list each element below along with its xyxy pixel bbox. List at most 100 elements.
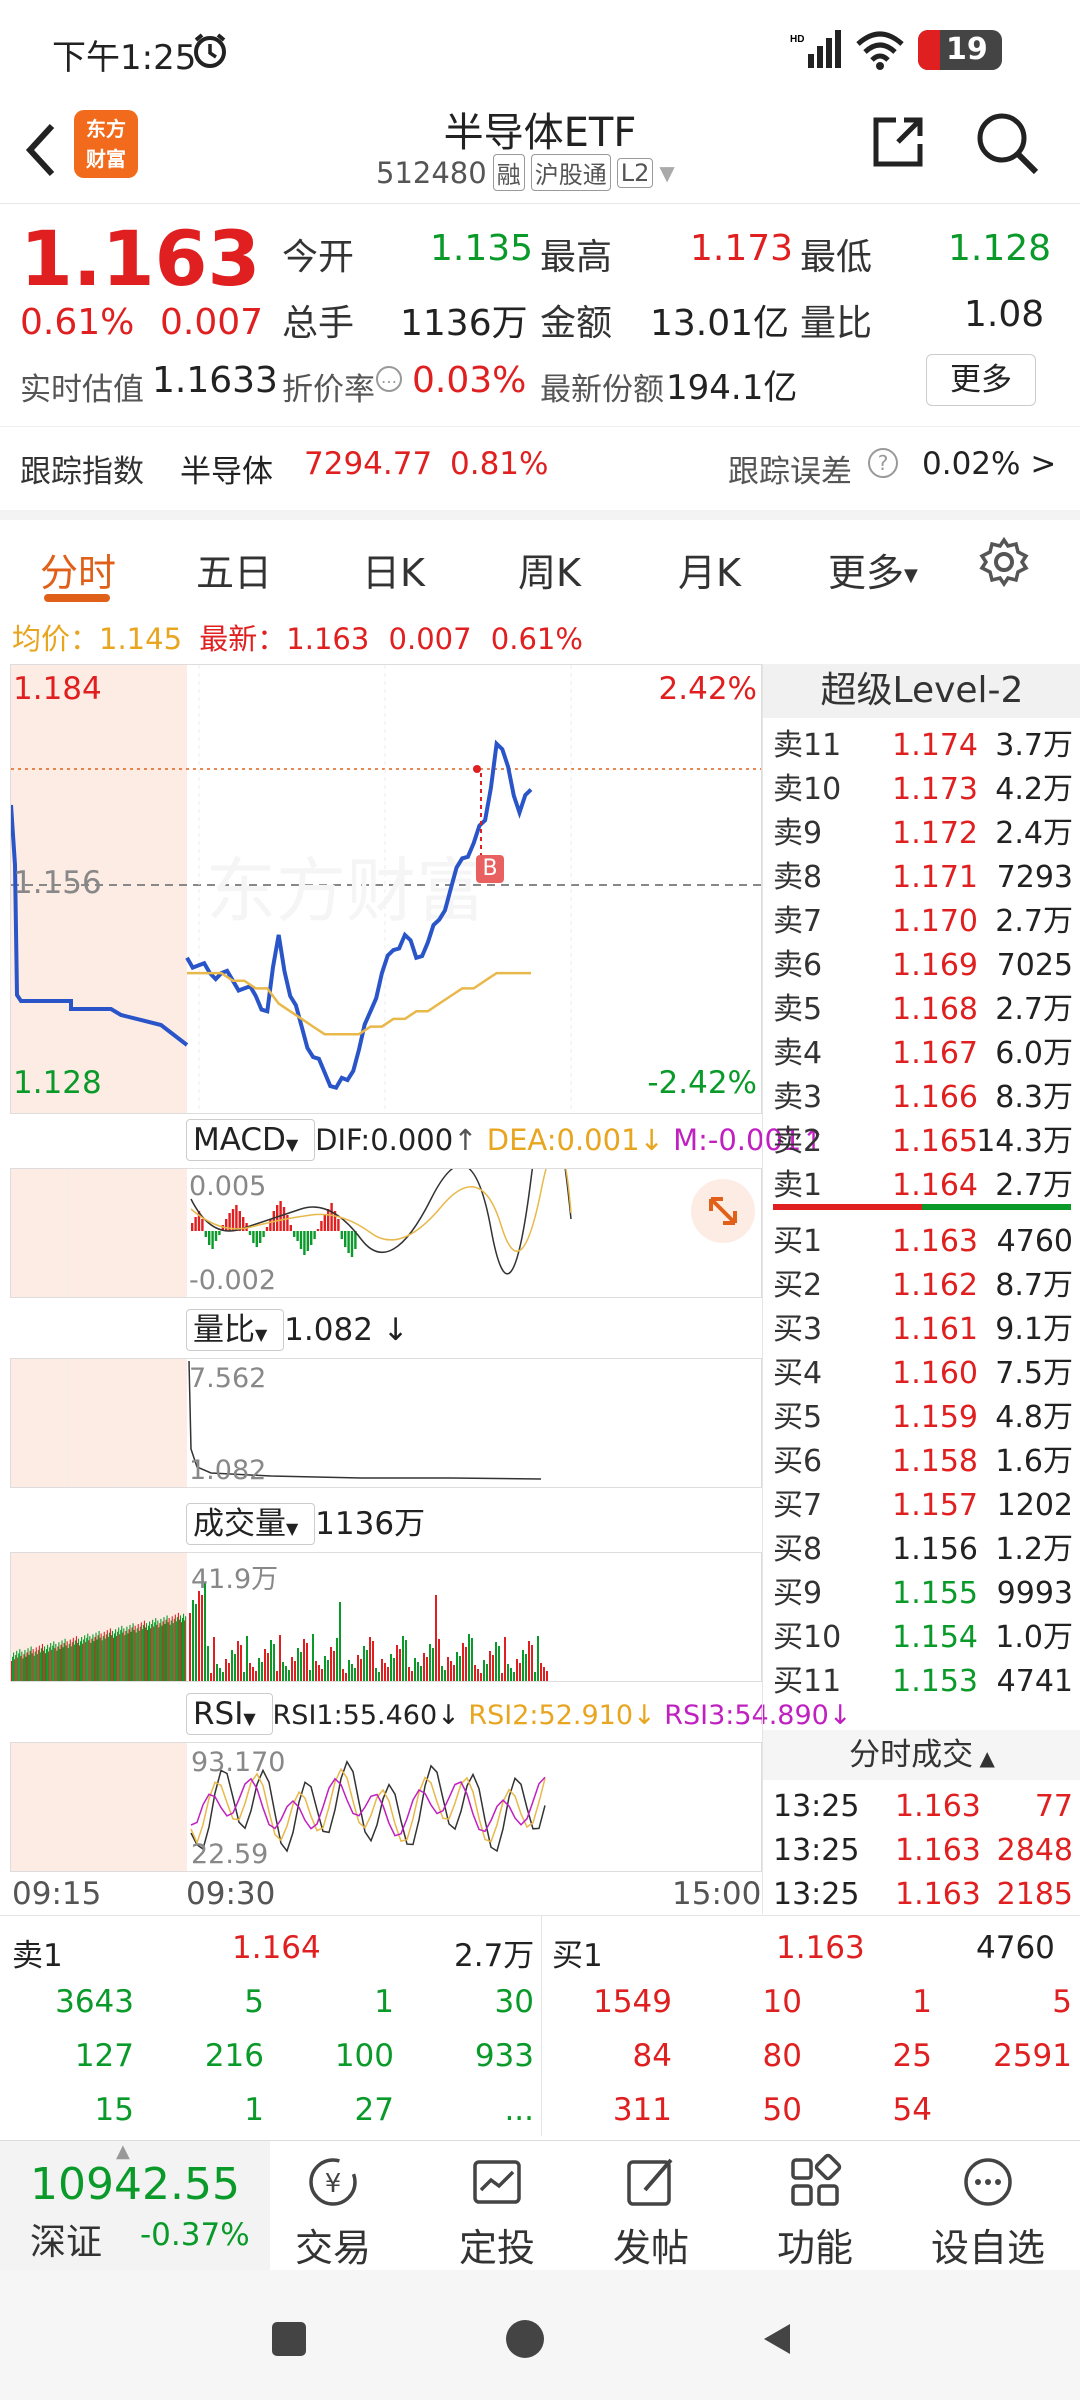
tag-level: L2 (616, 157, 654, 188)
volume-bar (192, 1600, 194, 1681)
bid-row[interactable]: 买5 1.159 4.8万 (773, 1396, 1073, 1440)
share-icon[interactable] (868, 112, 928, 176)
order-book-title[interactable]: 超级Level-2 (763, 664, 1080, 718)
bid-row[interactable]: 买6 1.158 1.6万 (773, 1440, 1073, 1484)
bid-row[interactable]: 买2 1.162 8.7万 (773, 1264, 1073, 1308)
volume-bar (285, 1666, 287, 1681)
trades-header[interactable]: 分时成交 ▲ (763, 1730, 1080, 1780)
tab-intraday[interactable]: 分时 (40, 542, 116, 597)
volume-selector[interactable]: 成交量▼ (186, 1503, 316, 1545)
expand-icon[interactable] (691, 1179, 755, 1243)
bid-row[interactable]: 买3 1.161 9.1万 (773, 1308, 1073, 1352)
volume-bar (31, 1653, 33, 1681)
volume-bar (116, 1636, 118, 1681)
ask-row[interactable]: 卖6 1.169 7025 (773, 944, 1073, 988)
ratio-value: 1.08 (964, 294, 1045, 335)
trade-row: 13:25 1.163 2185 (773, 1872, 1073, 1918)
bid-price: 1.161 (892, 1312, 978, 1347)
macd-chart[interactable]: 0.005 -0.002 (10, 1107, 762, 1298)
tab-daily-k[interactable]: 日K (362, 542, 425, 597)
add-watchlist-button[interactable]: 设自选 (918, 2151, 1058, 2272)
ask-row[interactable]: 卖4 1.167 6.0万 (773, 1032, 1073, 1076)
volume-ratio-selector[interactable]: 量比▼ (186, 1309, 285, 1351)
volume-bar (33, 1655, 35, 1681)
bid-row[interactable]: 买10 1.154 1.0万 (773, 1616, 1073, 1660)
bid-row[interactable]: 买7 1.157 1202 (773, 1484, 1073, 1528)
macd-top: 0.005 (189, 1171, 267, 1202)
volume-bar (516, 1659, 518, 1681)
rsi-chart[interactable]: 93.170 22.59 (10, 1742, 762, 1872)
volume-ratio-chart[interactable]: 7.562 1.082 (10, 1358, 762, 1488)
bid-row[interactable]: 买4 1.160 7.5万 (773, 1352, 1073, 1396)
tab-monthly-k[interactable]: 月K (678, 542, 741, 597)
ask-label: 卖4 (773, 1036, 823, 1071)
recents-square-icon[interactable] (272, 2322, 306, 2356)
info-icon[interactable]: … (376, 366, 402, 392)
buy-marker[interactable]: B (476, 855, 504, 883)
volume-bar (81, 1637, 83, 1681)
tab-five-day[interactable]: 五日 (196, 542, 272, 597)
volume-bar (348, 1660, 350, 1681)
bid-row[interactable]: 买9 1.155 9993 (773, 1572, 1073, 1616)
volume-bar (161, 1625, 163, 1681)
edit-icon (627, 2158, 673, 2206)
bid-row[interactable]: 买1 1.163 4760 (773, 1220, 1073, 1264)
rsi-selector[interactable]: RSI▼ (186, 1693, 273, 1735)
tab-weekly-k[interactable]: 周K (518, 542, 581, 597)
queue-divider (541, 1916, 542, 2136)
volume-bar (167, 1622, 169, 1681)
volume-chart[interactable]: 41.9万 (10, 1552, 762, 1682)
volume-bar (133, 1630, 135, 1681)
volume-bar (129, 1624, 131, 1681)
macd-bar (350, 1231, 354, 1257)
trade-button[interactable]: ¥ 交易 (278, 2151, 388, 2272)
volume-bar (59, 1648, 61, 1681)
ask-row[interactable]: 卖3 1.166 8.3万 (773, 1076, 1073, 1120)
intraday-chart[interactable]: 东方财富 1.184 1.156 1.128 2.42% -2.42% B (9, 664, 762, 1114)
ask-row[interactable]: 卖9 1.172 2.4万 (773, 812, 1073, 856)
volume-bar (111, 1630, 114, 1681)
search-icon[interactable] (974, 110, 1040, 180)
volume-bar (270, 1640, 272, 1681)
bid-row[interactable]: 买8 1.156 1.2万 (773, 1528, 1073, 1572)
ask-row[interactable]: 卖11 1.174 3.7万 (773, 724, 1073, 768)
ask-row[interactable]: 卖5 1.168 2.7万 (773, 988, 1073, 1032)
ask-row[interactable]: 卖8 1.171 7293 (773, 856, 1073, 900)
volume-bar (15, 1655, 17, 1681)
volume-bar (170, 1620, 172, 1681)
volume-bar (26, 1652, 28, 1681)
functions-button[interactable]: 功能 (760, 2151, 870, 2272)
macd-header: MACD▼ DIF:0.000↑ DEA:0.001↓ M:-0.001↑ (186, 1118, 826, 1162)
tab-more[interactable]: 更多▼ (828, 542, 918, 597)
high-value: 1.173 (690, 228, 794, 269)
security-code-row[interactable]: 512480 融 沪股通 L2 ▼ (376, 154, 675, 191)
volume-bar (158, 1627, 160, 1681)
help-icon[interactable]: ? (868, 448, 898, 478)
ask-row[interactable]: 卖1 1.164 2.7万 (773, 1164, 1073, 1208)
volume-bar (507, 1664, 509, 1681)
volume-bar (414, 1658, 416, 1681)
volume-bar (121, 1625, 123, 1681)
macd-bar (194, 1217, 197, 1231)
ask-row[interactable]: 卖2 1.165 14.3万 (773, 1120, 1073, 1164)
macd-selector[interactable]: MACD▼ (186, 1119, 316, 1161)
bid-volume: 7.5万 (995, 1356, 1073, 1391)
post-button[interactable]: 发帖 (596, 2151, 706, 2272)
ask-row[interactable]: 卖7 1.170 2.7万 (773, 900, 1073, 944)
ask-row[interactable]: 卖10 1.173 4.2万 (773, 768, 1073, 812)
home-circle-icon[interactable] (506, 2320, 544, 2358)
caret-up-icon: ▲ (973, 1746, 995, 1770)
index-ticker[interactable]: ▲ 10942.55 深证 -0.37% (0, 2141, 270, 2271)
volume-bar (255, 1671, 257, 1681)
volume-bar (53, 1641, 55, 1681)
invest-plan-button[interactable]: 定投 (442, 2151, 552, 2272)
tracking-error-value[interactable]: 0.02% > (922, 446, 1056, 482)
volume-bar (225, 1659, 227, 1681)
bid-row[interactable]: 买11 1.153 4741 (773, 1660, 1073, 1704)
bid-price: 1.153 (892, 1664, 978, 1699)
more-button[interactable]: 更多 (926, 354, 1036, 406)
settings-gear-icon[interactable] (978, 536, 1030, 592)
back-triangle-icon[interactable] (758, 2320, 794, 2362)
macd-bar (208, 1231, 211, 1245)
volume-bar (61, 1640, 63, 1681)
